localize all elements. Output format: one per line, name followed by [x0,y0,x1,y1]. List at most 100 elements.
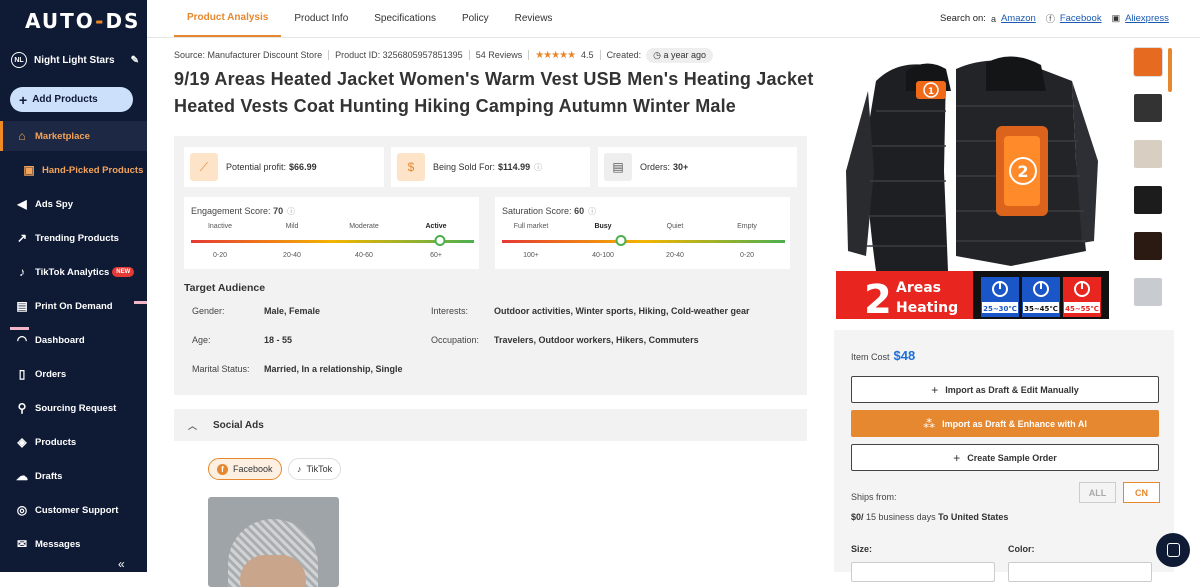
tiktok-icon: ♪ [297,464,302,474]
divider [147,37,1200,38]
store-selector[interactable]: NL Night Light Stars ✎ [11,50,139,70]
sidebar-item-sourcing[interactable]: ⚲ Sourcing Request [0,393,147,423]
thumbnail-image[interactable] [1134,94,1162,122]
info-icon[interactable]: ⓘ [287,207,295,216]
temp-high: 45~55℃ [1065,305,1099,313]
store-icon: ⌂ [18,129,26,143]
gauge-icon: ◠ [16,333,28,347]
search-amazon-link[interactable]: Amazon [1001,13,1036,24]
thumbnail-image[interactable] [1134,278,1162,306]
saturation-level-label: Full market [513,223,549,230]
engagement-range-label: 20-40 [283,252,301,259]
product-id: Product ID: 3256805957851395 [335,50,463,60]
saturation-level-label: Quiet [666,223,684,230]
scroll-marker [10,327,29,330]
engagement-level-label: Inactive [207,223,233,230]
reviews-count[interactable]: 54 Reviews [476,50,523,60]
tab-product-info[interactable]: Product Info [281,0,361,37]
age-value: 18 - 55 [264,335,293,345]
sidebar-item-hand-picked[interactable]: ▣ Hand-Picked Products [0,155,147,185]
saturation-range-label: 20-40 [666,252,684,259]
engagement-range-label: 60+ [430,252,442,259]
ship-from-cn-button[interactable]: CN [1123,482,1160,503]
aliexpress-icon: ▣ [1111,13,1121,23]
engagement-range-label: 40-60 [355,252,373,259]
ad-video-thumbnail[interactable] [208,497,339,587]
product-tabs: Product Analysis Product Info Specificat… [174,0,565,37]
engagement-knob [434,235,446,246]
saturation-range-label: 0-20 [739,252,755,259]
new-badge: NEW [112,267,135,277]
thumbnail-image[interactable] [1133,47,1163,77]
tab-specifications[interactable]: Specifications [361,0,449,37]
saturation-score: Saturation Score: 60 ⓘ Full market Busy Qui… [495,197,790,269]
import-draft-ai-button[interactable]: ⁂ Import as Draft & Enhance with AI [851,410,1159,437]
rating-stars-icon: ★★★★★ [535,49,576,61]
sidebar-item-print-on-demand[interactable]: ▤ Print On Demand [0,291,147,321]
color-select[interactable] [1008,562,1152,582]
product-meta: Source: Manufacturer Discount Store Prod… [174,46,713,64]
receipt-icon: ▯ [18,367,26,381]
gender-value: Male, Female [264,306,321,316]
search-aliexpress-link[interactable]: Aliexpress [1125,13,1169,24]
facebook-icon: f [217,463,228,475]
item-cost-value: $48 [893,348,916,363]
tab-product-analysis[interactable]: Product Analysis [174,0,282,37]
gender-label: Gender: [192,306,225,316]
tiktok-filter-chip[interactable]: ♪ TikTok [288,458,342,480]
search-facebook-link[interactable]: Facebook [1060,13,1102,24]
thumbnail-image[interactable] [1134,140,1162,168]
orders-card: ▤ Orders: 30+ [598,147,797,187]
size-select[interactable] [851,562,995,582]
info-icon[interactable]: ⓘ [534,162,542,173]
saturation-range-label: 40-100 [592,252,614,259]
collapse-sidebar-icon[interactable]: « [118,557,125,571]
app-logo[interactable]: AUTO-DS [25,9,140,33]
plus-icon: + [953,450,961,465]
sidebar-item-marketplace[interactable]: ⌂ Marketplace [0,121,147,151]
thumbnail-image[interactable] [1134,232,1162,260]
add-products-button[interactable]: + Add Products [10,87,133,112]
marital-label: Marital Status: [192,364,250,374]
thumbnail-image[interactable] [1134,186,1162,214]
tab-reviews[interactable]: Reviews [502,0,566,37]
product-title: 9/19 Areas Heated Jacket Women's Warm Ve… [174,69,814,116]
box-icon: ◈ [17,435,27,449]
interests-value: Outdoor activities, Winter sports, Hikin… [494,306,750,316]
temp-mid: 35~45℃ [1024,305,1058,313]
sidebar-item-products[interactable]: ◈ Products [0,427,147,457]
sidebar-item-tiktok-analytics[interactable]: ♪ TikTok Analytics NEW [0,257,147,287]
engagement-range-label: 0-20 [212,252,228,259]
jacket-mark-1: 1 [928,87,934,97]
banner-line2: Heating [896,300,958,316]
product-main-image[interactable]: 2 1 2 Areas Heating 25~30℃ 35~45℃ 45~55℃ [836,51,1109,319]
info-icon[interactable]: ⓘ [588,207,596,216]
facebook-filter-chip[interactable]: f Facebook [208,458,282,480]
banner-line1: Areas [896,280,941,296]
ship-from-all-button[interactable]: ALL [1079,482,1116,503]
sidebar-item-customer-support[interactable]: ◎ Customer Support [0,495,147,525]
banner-number: 2 [864,277,892,319]
mail-icon: ✉ [16,537,28,551]
saturation-track [502,240,785,243]
sidebar-item-ads-spy[interactable]: ◀ Ads Spy [0,189,147,219]
thumbnail-scrollbar[interactable] [1168,48,1172,92]
sourcing-icon: ⚲ [17,401,27,415]
import-draft-manual-button[interactable]: + Import as Draft & Edit Manually [851,376,1159,403]
sidebar-item-drafts[interactable]: ☁ Drafts [0,461,147,491]
sidebar-item-trending[interactable]: ↗ Trending Products [0,223,147,253]
plus-icon: + [931,382,939,397]
rating-value: 4.5 [581,50,594,60]
chat-support-button[interactable] [1156,533,1190,567]
amazon-icon: a [990,13,996,24]
sidebar-item-messages[interactable]: ✉ Messages [0,529,147,559]
sidebar-item-orders[interactable]: ▯ Orders [0,359,147,389]
store-name: Night Light Stars [34,54,115,66]
social-ads-header[interactable]: ︿ Social Ads [174,409,807,441]
tab-policy[interactable]: Policy [449,0,502,37]
chart-icon: ⟋ [190,153,218,181]
edit-pencil-icon[interactable]: ✎ [131,55,139,66]
engagement-track [191,240,474,243]
engagement-score: Engagement Score: 70 ⓘ Inactive Mild Modera… [184,197,479,269]
create-sample-order-button[interactable]: + Create Sample Order [851,444,1159,471]
